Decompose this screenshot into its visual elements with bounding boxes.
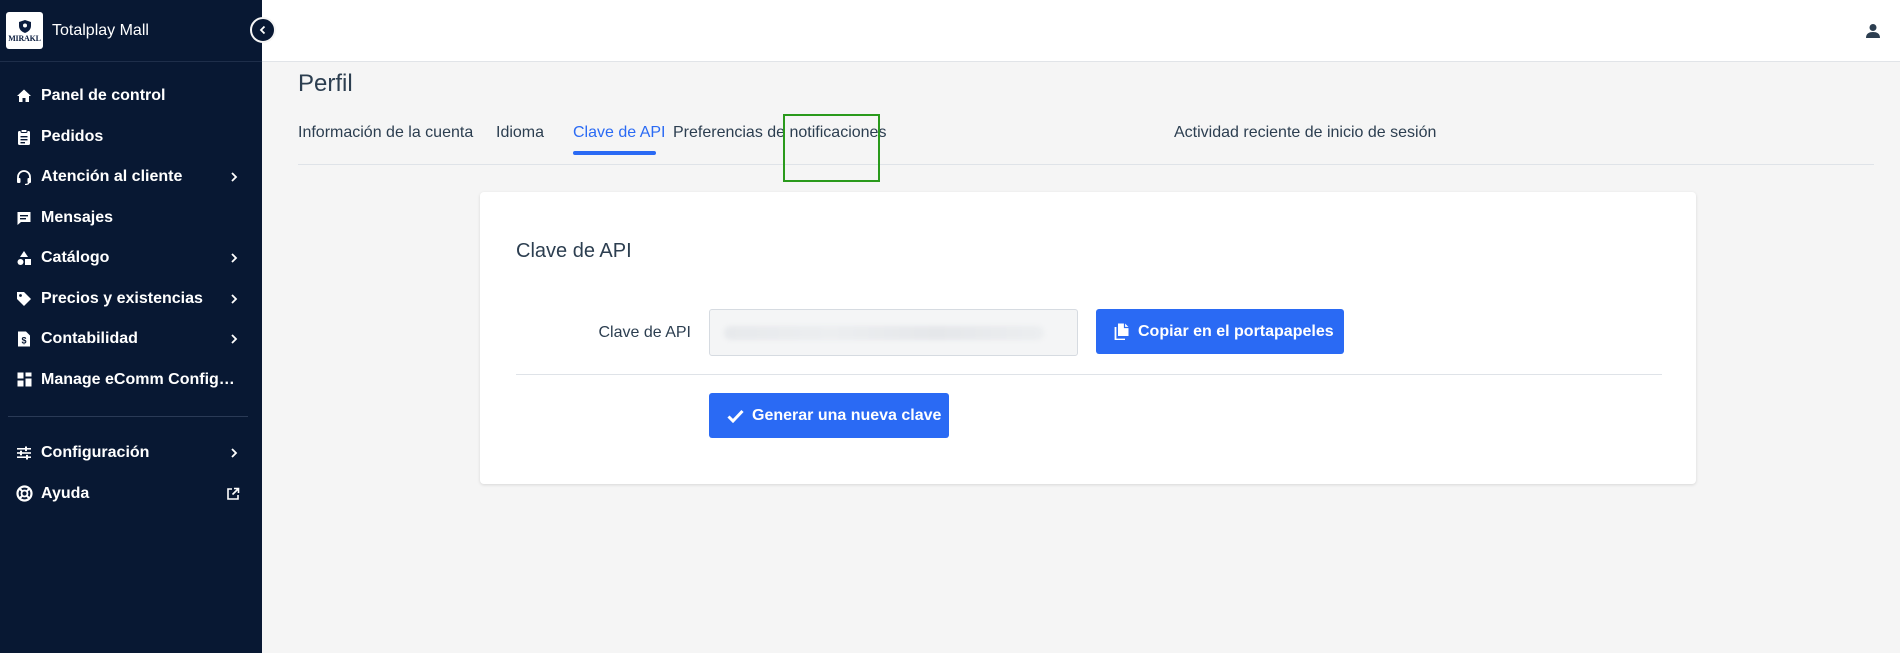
svg-text:$: $ <box>21 336 26 346</box>
sidebar-nav: Panel de control Pedidos Atención al cli… <box>0 62 262 400</box>
sidebar-item-mensajes[interactable]: Mensajes <box>0 198 262 239</box>
tab-label: Preferencias de notificaciones <box>673 124 887 141</box>
sidebar-item-label: Panel de control <box>41 87 166 105</box>
sidebar-nav-bottom: Configuración Ayuda <box>0 433 262 514</box>
sidebar-item-label: Precios y existencias <box>41 289 203 307</box>
sidebar-item-label: Contabilidad <box>41 330 138 348</box>
chevron-right-icon <box>231 172 238 182</box>
brand-name: Totalplay Mall <box>52 21 149 39</box>
main-content: Perfil Información de la cuenta Idioma C… <box>262 62 1900 653</box>
lifebuoy-icon <box>15 485 33 503</box>
tab-informacion-de-la-cuenta[interactable]: Información de la cuenta <box>298 114 473 165</box>
sidebar-item-label: Configuración <box>41 444 150 462</box>
brand-header[interactable]: MIRAKL Totalplay Mall <box>0 0 262 62</box>
api-key-field[interactable] <box>709 309 1078 356</box>
invoice-icon: $ <box>15 330 33 348</box>
mirakl-logo: MIRAKL <box>6 12 43 49</box>
copy-icon <box>1114 323 1130 340</box>
chevron-right-icon <box>231 448 238 458</box>
generate-new-key-button[interactable]: Generar una nueva clave <box>709 393 949 438</box>
headset-icon <box>15 168 33 186</box>
logo-text: MIRAKL <box>8 34 41 43</box>
home-icon <box>15 87 33 105</box>
user-icon[interactable] <box>1864 22 1882 40</box>
tag-icon <box>15 290 33 308</box>
sliders-icon <box>15 444 33 462</box>
tab-label: Información de la cuenta <box>298 124 474 141</box>
checkmark-icon <box>727 407 744 424</box>
clipboard-icon <box>15 128 33 146</box>
active-tab-indicator <box>573 151 656 155</box>
sidebar-divider <box>8 416 248 417</box>
copy-to-clipboard-button[interactable]: Copiar en el portapapeles <box>1096 309 1344 354</box>
chevron-left-icon <box>259 25 266 35</box>
external-link-icon <box>227 487 240 500</box>
sidebar-item-label: Atención al cliente <box>41 168 183 186</box>
sidebar: MIRAKL Totalplay Mall Panel de control P… <box>0 0 262 653</box>
card-title: Clave de API <box>516 240 632 262</box>
chevron-right-icon <box>231 334 238 344</box>
tab-idioma[interactable]: Idioma <box>496 114 544 165</box>
chevron-right-icon <box>231 253 238 263</box>
sidebar-item-label: Ayuda <box>41 484 90 502</box>
sidebar-item-precios-y-existencias[interactable]: Precios y existencias <box>0 279 262 320</box>
shapes-icon <box>15 249 33 267</box>
grid-icon <box>15 371 33 389</box>
sidebar-item-catalogo[interactable]: Catálogo <box>0 238 262 279</box>
sidebar-item-label: Pedidos <box>41 127 104 145</box>
sidebar-item-label: Catálogo <box>41 249 110 267</box>
sidebar-collapse-button[interactable] <box>250 17 276 43</box>
tab-actividad-reciente[interactable]: Actividad reciente de inicio de sesión <box>1174 114 1436 165</box>
api-key-blurred-value <box>724 326 1044 340</box>
sidebar-item-atencion-al-cliente[interactable]: Atención al cliente <box>0 157 262 198</box>
sidebar-item-configuracion[interactable]: Configuración <box>0 433 262 474</box>
sidebar-item-panel-de-control[interactable]: Panel de control <box>0 76 262 117</box>
sidebar-item-pedidos[interactable]: Pedidos <box>0 117 262 158</box>
tab-label: Clave de API <box>573 124 666 141</box>
sidebar-item-manage-ecomm[interactable]: Manage eComm Configur... <box>0 360 262 401</box>
api-key-card: Clave de API Clave de API Copiar en el p… <box>480 192 1696 484</box>
tab-clave-de-api[interactable]: Clave de API <box>564 114 673 165</box>
profile-tabs: Información de la cuenta Idioma Clave de… <box>298 114 1874 165</box>
tab-label: Actividad reciente de inicio de sesión <box>1174 124 1437 141</box>
page-title: Perfil <box>298 70 353 97</box>
generate-button-label: Generar una nueva clave <box>752 406 942 424</box>
tab-preferencias-de-notificaciones[interactable]: Preferencias de notificaciones <box>673 114 886 165</box>
top-bar <box>262 0 1900 62</box>
api-key-label: Clave de API <box>598 324 692 341</box>
sidebar-item-label: Mensajes <box>41 208 114 226</box>
chevron-right-icon <box>231 294 238 304</box>
copy-button-label: Copiar en el portapapeles <box>1138 322 1334 340</box>
tab-label: Idioma <box>496 124 545 141</box>
sidebar-item-ayuda[interactable]: Ayuda <box>0 474 262 515</box>
card-divider <box>516 374 1662 375</box>
sidebar-item-label: Manage eComm Configur... <box>41 370 240 388</box>
shield-logo-icon <box>18 20 31 33</box>
sidebar-item-contabilidad[interactable]: $ Contabilidad <box>0 319 262 360</box>
message-icon <box>15 209 33 227</box>
